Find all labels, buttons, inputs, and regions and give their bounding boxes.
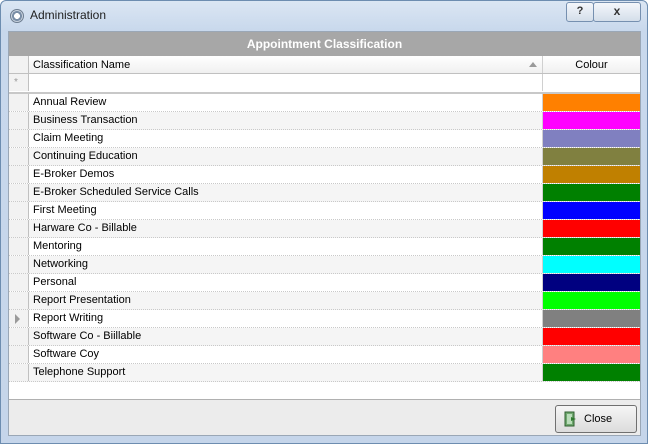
column-header-colour[interactable]: Colour (543, 56, 640, 74)
grid-header-row: Classification Name Colour (9, 56, 640, 74)
classification-name-cell[interactable]: Personal (33, 274, 541, 291)
colour-swatch-cell[interactable] (543, 256, 640, 273)
row-selector[interactable] (9, 130, 29, 147)
classification-name-cell[interactable]: Networking (33, 256, 541, 273)
colour-swatch-cell[interactable] (543, 292, 640, 309)
colour-swatch-cell[interactable] (543, 184, 640, 201)
colour-swatch-cell[interactable] (543, 238, 640, 255)
row-selector[interactable] (9, 220, 29, 237)
table-row[interactable]: Networking (9, 256, 640, 274)
close-button-label: Close (584, 413, 613, 425)
table-row[interactable]: Annual Review (9, 94, 640, 112)
sort-ascending-icon (529, 62, 537, 67)
table-row[interactable]: Harware Co - Billable (9, 220, 640, 238)
window-title: Administration (30, 8, 107, 22)
table-row[interactable]: Report Writing (9, 310, 640, 328)
row-selector[interactable] (9, 238, 29, 255)
classification-name-cell[interactable]: Software Coy (33, 346, 541, 363)
row-selector[interactable] (9, 202, 29, 219)
classification-name-cell[interactable]: E-Broker Demos (33, 166, 541, 183)
table-row[interactable]: Software Coy (9, 346, 640, 364)
classification-name-cell[interactable]: Harware Co - Billable (33, 220, 541, 237)
classification-name-cell[interactable]: Claim Meeting (33, 130, 541, 147)
dialog-body: Appointment Classification Classificatio… (8, 31, 641, 436)
colour-swatch-cell[interactable] (543, 148, 640, 165)
table-row[interactable]: Report Presentation (9, 292, 640, 310)
new-row-asterisk-icon: * (14, 77, 18, 88)
classification-name-cell[interactable]: Continuing Education (33, 148, 541, 165)
colour-swatch-cell[interactable] (543, 364, 640, 381)
classification-name-cell[interactable]: E-Broker Scheduled Service Calls (33, 184, 541, 201)
classification-name-cell[interactable]: Software Co - Biillable (33, 328, 541, 345)
header-row-selector (9, 56, 29, 73)
column-header-classification-name[interactable]: Classification Name (33, 56, 541, 73)
row-selector[interactable] (9, 274, 29, 291)
classification-name-cell[interactable]: First Meeting (33, 202, 541, 219)
colour-swatch-cell[interactable] (543, 220, 640, 237)
administration-window: Administration ? x Appointment Classific… (0, 0, 648, 444)
table-row[interactable]: First Meeting (9, 202, 640, 220)
classification-name-cell[interactable]: Annual Review (33, 94, 541, 111)
row-selector[interactable] (9, 256, 29, 273)
title-bar[interactable]: Administration ? x (1, 1, 647, 31)
row-selector[interactable] (9, 148, 29, 165)
table-row[interactable]: Telephone Support (9, 364, 640, 382)
help-button[interactable]: ? (566, 2, 594, 22)
current-row-arrow-icon (15, 314, 20, 324)
table-row[interactable]: Continuing Education (9, 148, 640, 166)
colour-swatch-cell[interactable] (543, 94, 640, 111)
new-row-name-cell[interactable] (33, 74, 541, 91)
table-row[interactable]: Business Transaction (9, 112, 640, 130)
classification-name-cell[interactable]: Business Transaction (33, 112, 541, 129)
colour-swatch-cell[interactable] (543, 346, 640, 363)
new-row-colour-cell[interactable] (543, 74, 640, 91)
classification-name-cell[interactable]: Report Writing (33, 310, 541, 327)
row-selector[interactable] (9, 310, 29, 327)
grid-caption: Appointment Classification (9, 32, 640, 56)
colour-swatch-cell[interactable] (543, 202, 640, 219)
window-close-button[interactable]: x (593, 2, 641, 22)
classification-name-cell[interactable]: Report Presentation (33, 292, 541, 309)
row-selector[interactable] (9, 328, 29, 345)
row-selector[interactable] (9, 94, 29, 111)
settings-gear-icon (10, 9, 24, 23)
row-selector[interactable] (9, 112, 29, 129)
table-row[interactable]: Claim Meeting (9, 130, 640, 148)
row-selector[interactable] (9, 166, 29, 183)
grid-rows: Annual Review Business Transaction Claim M… (9, 94, 640, 382)
close-button[interactable]: Close (555, 405, 637, 433)
row-selector[interactable] (9, 364, 29, 381)
classification-grid: Appointment Classification Classificatio… (9, 32, 640, 400)
colour-swatch-cell[interactable] (543, 274, 640, 291)
classification-name-cell[interactable]: Telephone Support (33, 364, 541, 381)
colour-swatch-cell[interactable] (543, 310, 640, 327)
row-selector[interactable] (9, 184, 29, 201)
row-selector[interactable] (9, 346, 29, 363)
table-row[interactable]: Personal (9, 274, 640, 292)
colour-swatch-cell[interactable] (543, 328, 640, 345)
new-row[interactable]: * (9, 74, 640, 94)
table-row[interactable]: E-Broker Scheduled Service Calls (9, 184, 640, 202)
table-row[interactable]: E-Broker Demos (9, 166, 640, 184)
new-row-selector[interactable]: * (9, 74, 29, 91)
exit-door-icon (564, 411, 576, 427)
table-row[interactable]: Software Co - Biillable (9, 328, 640, 346)
classification-name-cell[interactable]: Mentoring (33, 238, 541, 255)
colour-swatch-cell[interactable] (543, 112, 640, 129)
colour-swatch-cell[interactable] (543, 130, 640, 147)
colour-swatch-cell[interactable] (543, 166, 640, 183)
row-selector[interactable] (9, 292, 29, 309)
table-row[interactable]: Mentoring (9, 238, 640, 256)
